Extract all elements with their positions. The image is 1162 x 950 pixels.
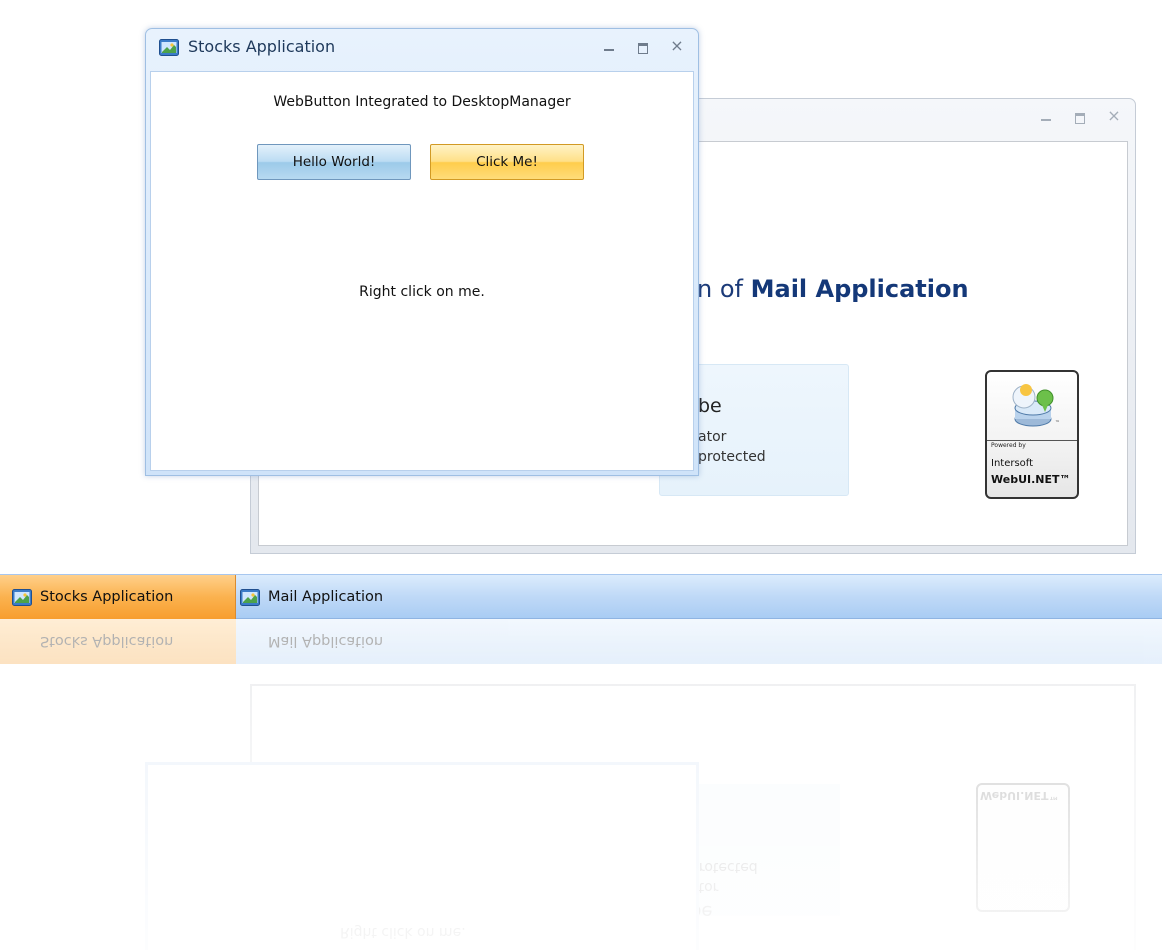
stocks-application-window[interactable]: Stocks Application × WebButton Integrate… — [145, 28, 699, 476]
stocks-close-button[interactable]: × — [670, 38, 684, 54]
stocks-window-controls: × — [602, 38, 684, 54]
right-click-area-text[interactable]: Right click on me. — [151, 284, 693, 300]
click-me-button[interactable]: Click Me! — [430, 144, 584, 180]
application-window-icon — [12, 588, 32, 606]
taskbar-item-label: Stocks Application — [40, 589, 174, 605]
logo-divider — [987, 440, 1077, 441]
hello-world-button[interactable]: Hello World! — [257, 144, 411, 180]
mail-heading: n of Mail Application — [697, 275, 969, 303]
powered-by-text: Powered by — [991, 442, 1026, 449]
taskbar-item-stocks[interactable]: Stocks Application — [0, 575, 236, 619]
stocks-maximize-button[interactable] — [636, 39, 650, 54]
reflection-fade — [0, 619, 1162, 950]
welcome-title: be — [698, 395, 722, 417]
taskbar-item-label: Mail Application — [268, 589, 384, 605]
stocks-caption: WebButton Integrated to DesktopManager — [273, 94, 571, 110]
welcome-note: protected — [698, 449, 766, 465]
powered-company: Intersoft — [991, 458, 1034, 469]
mail-minimize-button[interactable] — [1039, 109, 1053, 123]
stocks-window-title: Stocks Application — [188, 37, 336, 56]
globe-database-icon — [1012, 384, 1054, 427]
desktop: × n of Mail Application be ator protecte… — [0, 0, 1162, 950]
stocks-window-content[interactable]: WebButton Integrated to DesktopManager H… — [150, 71, 694, 471]
powered-by-logo: ™ Powered by Intersoft WebUI.NET™ — [985, 370, 1079, 499]
mail-heading-app-name: Mail Application — [750, 275, 969, 303]
taskbar-item-mail[interactable]: Mail Application — [240, 575, 480, 619]
mail-maximize-button[interactable] — [1073, 109, 1087, 124]
desktop-reflection: Stocks Application Mail Application be a… — [0, 619, 1162, 950]
mail-window-controls: × — [1039, 108, 1121, 124]
application-window-icon — [240, 588, 260, 606]
application-window-icon — [159, 39, 179, 56]
mail-close-button[interactable]: × — [1107, 108, 1121, 124]
powered-product: WebUI.NET™ — [991, 473, 1071, 486]
mail-heading-prefix: n of — [697, 275, 751, 303]
stocks-window-titlebar[interactable]: Stocks Application × — [146, 29, 698, 71]
powered-trademark: ™ — [1055, 420, 1060, 426]
taskbar: Stocks Application Mail Application — [0, 574, 1162, 619]
welcome-role: ator — [698, 429, 727, 445]
stocks-minimize-button[interactable] — [602, 39, 616, 53]
